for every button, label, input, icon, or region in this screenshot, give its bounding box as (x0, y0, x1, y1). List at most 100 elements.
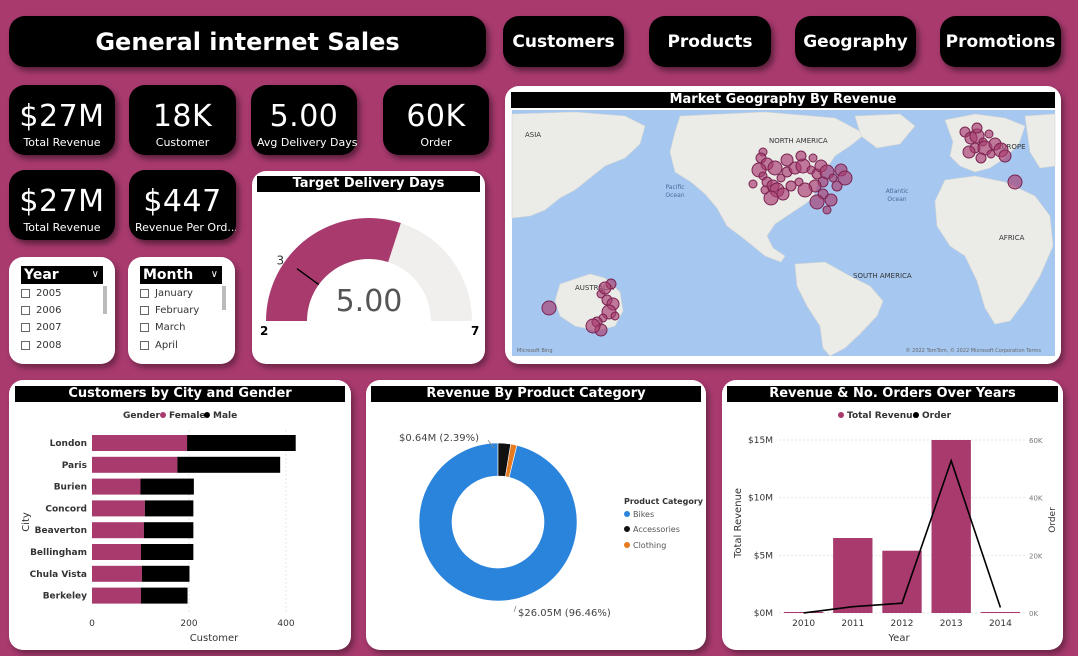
bar-female[interactable] (92, 435, 188, 451)
x-tick-label: 2012 (891, 619, 914, 629)
city-label: Bellingham (30, 548, 87, 558)
revenue-bubble[interactable] (824, 193, 838, 207)
bar-male[interactable] (140, 587, 188, 604)
bar-female[interactable] (92, 478, 141, 495)
kpi-label: Order (420, 136, 452, 149)
bar-male[interactable] (177, 456, 281, 473)
slicer-option[interactable]: March (140, 322, 185, 333)
slicer-option[interactable]: 2005 (21, 288, 61, 299)
revenue-orders-chart: Total Revenue Order $0M $5M $10M $15M 0K 20K 4… (733, 411, 1058, 644)
scrollbar[interactable] (103, 286, 107, 314)
legend-bikes-label: Bikes (633, 510, 654, 519)
revenue-bubble[interactable] (809, 194, 825, 210)
checkbox[interactable] (21, 306, 30, 315)
month-slicer-header[interactable]: Month ∨ (140, 266, 222, 284)
kpi-value: 5.00 (269, 99, 339, 134)
revenue-bubble[interactable] (975, 152, 987, 164)
revenue-bubble[interactable] (610, 311, 620, 321)
x-tick-label: 400 (277, 619, 294, 629)
bar-female[interactable] (92, 565, 142, 582)
bar-male[interactable] (187, 435, 296, 451)
bar-female[interactable] (92, 522, 144, 539)
bar-female[interactable] (92, 544, 141, 560)
x-tick-label: 2010 (792, 619, 815, 629)
slicer-option[interactable]: February (140, 305, 199, 316)
data-label-accessories: $0.64M (2.39%) (399, 433, 479, 444)
slicer-option[interactable]: January (140, 288, 193, 299)
revenue-bubble[interactable] (767, 160, 783, 176)
revenue-bubble[interactable] (585, 318, 601, 334)
checkbox[interactable] (21, 323, 30, 332)
bar-female[interactable] (92, 456, 178, 473)
world-map[interactable]: ASIA NORTH AMERICA EUROPE Pacific Ocean A… (505, 86, 1061, 364)
bar-female[interactable] (92, 500, 145, 517)
revenue-bubble[interactable] (780, 153, 794, 167)
y-axis-label: Total Revenue (733, 488, 744, 559)
slicer-option[interactable]: 2007 (21, 322, 61, 333)
scrollbar[interactable] (222, 286, 226, 310)
revenue-bubble[interactable] (760, 185, 770, 195)
option-label: January (155, 288, 193, 299)
checkbox[interactable] (140, 323, 149, 332)
revenue-bar[interactable] (833, 538, 873, 613)
chevron-down-icon[interactable]: ∨ (211, 266, 218, 284)
checkbox[interactable] (140, 341, 149, 350)
bar-male[interactable] (143, 522, 194, 539)
label-africa: AFRICA (999, 234, 1025, 242)
option-label: 2008 (36, 340, 62, 351)
map-copyright: © 2022 TomTom, © 2022 Microsoft Corporat… (906, 347, 1042, 354)
map-card: Market Geography By Revenue ASIA NORTH A… (505, 86, 1061, 364)
slicer-option[interactable]: April (140, 340, 178, 351)
y-tick-label: $5M (754, 551, 773, 561)
city-label: Chula Vista (30, 570, 87, 580)
revenue-bubble[interactable] (795, 150, 807, 162)
option-label: 2006 (36, 305, 62, 316)
revenue-bubble[interactable] (541, 300, 557, 316)
revenue-bar[interactable] (931, 440, 971, 613)
nav-products-button[interactable]: Products (649, 16, 771, 67)
nav-customers-button[interactable]: Customers (503, 16, 624, 67)
revenue-bubble[interactable] (998, 149, 1012, 163)
slicer-option[interactable]: 2006 (21, 305, 61, 316)
data-label-bikes: $26.05M (96.46%) (518, 608, 611, 619)
x-tick-label: 2014 (989, 619, 1012, 629)
bar-male[interactable] (141, 565, 190, 582)
revenue-bubble[interactable] (962, 145, 976, 159)
revenue-bubble[interactable] (776, 187, 790, 201)
checkbox[interactable] (21, 289, 30, 298)
gauge-max-label: 7 (471, 324, 479, 338)
y-tick-label: $10M (748, 494, 773, 504)
kpi-revenue-per-order: $447 Revenue Per Ord... (129, 170, 236, 240)
revenue-bubble[interactable] (1007, 174, 1023, 190)
legend-revenue-swatch (838, 412, 844, 418)
revenue-bubble[interactable] (598, 281, 612, 295)
revenue-bar[interactable] (980, 612, 1021, 613)
year-slicer-header[interactable]: Year ∨ (21, 266, 103, 284)
legend-title: Gender (123, 411, 160, 421)
revenue-bubble[interactable] (808, 153, 818, 163)
city-label: Concord (45, 504, 87, 514)
checkbox[interactable] (140, 306, 149, 315)
chevron-down-icon[interactable]: ∨ (92, 266, 99, 284)
revenue-bubble[interactable] (984, 129, 994, 139)
nav-geography-button[interactable]: Geography (795, 16, 916, 67)
checkbox[interactable] (21, 341, 30, 350)
bar-male[interactable] (140, 478, 194, 495)
revenue-bubble[interactable] (748, 179, 758, 189)
revenue-bubble[interactable] (837, 170, 853, 186)
legend-male-label: Male (213, 411, 237, 421)
checkbox[interactable] (140, 289, 149, 298)
kpi-avg-delivery-days: 5.00 Avg Delivery Days (251, 85, 357, 155)
bar-male[interactable] (140, 544, 194, 560)
nav-promotions-button[interactable]: Promotions (940, 16, 1061, 67)
slicer-option[interactable]: 2008 (21, 340, 61, 351)
month-slicer: Month ∨ January February March April (128, 257, 235, 364)
kpi-value: $447 (143, 184, 222, 219)
option-label: April (155, 340, 178, 351)
city-label: Berkeley (43, 592, 87, 602)
revenue-bubble[interactable] (822, 205, 832, 215)
y2-axis-label: Order (1048, 507, 1058, 533)
bar-male[interactable] (144, 500, 194, 517)
bar-female[interactable] (92, 587, 141, 604)
revenue-bubble[interactable] (971, 122, 983, 134)
